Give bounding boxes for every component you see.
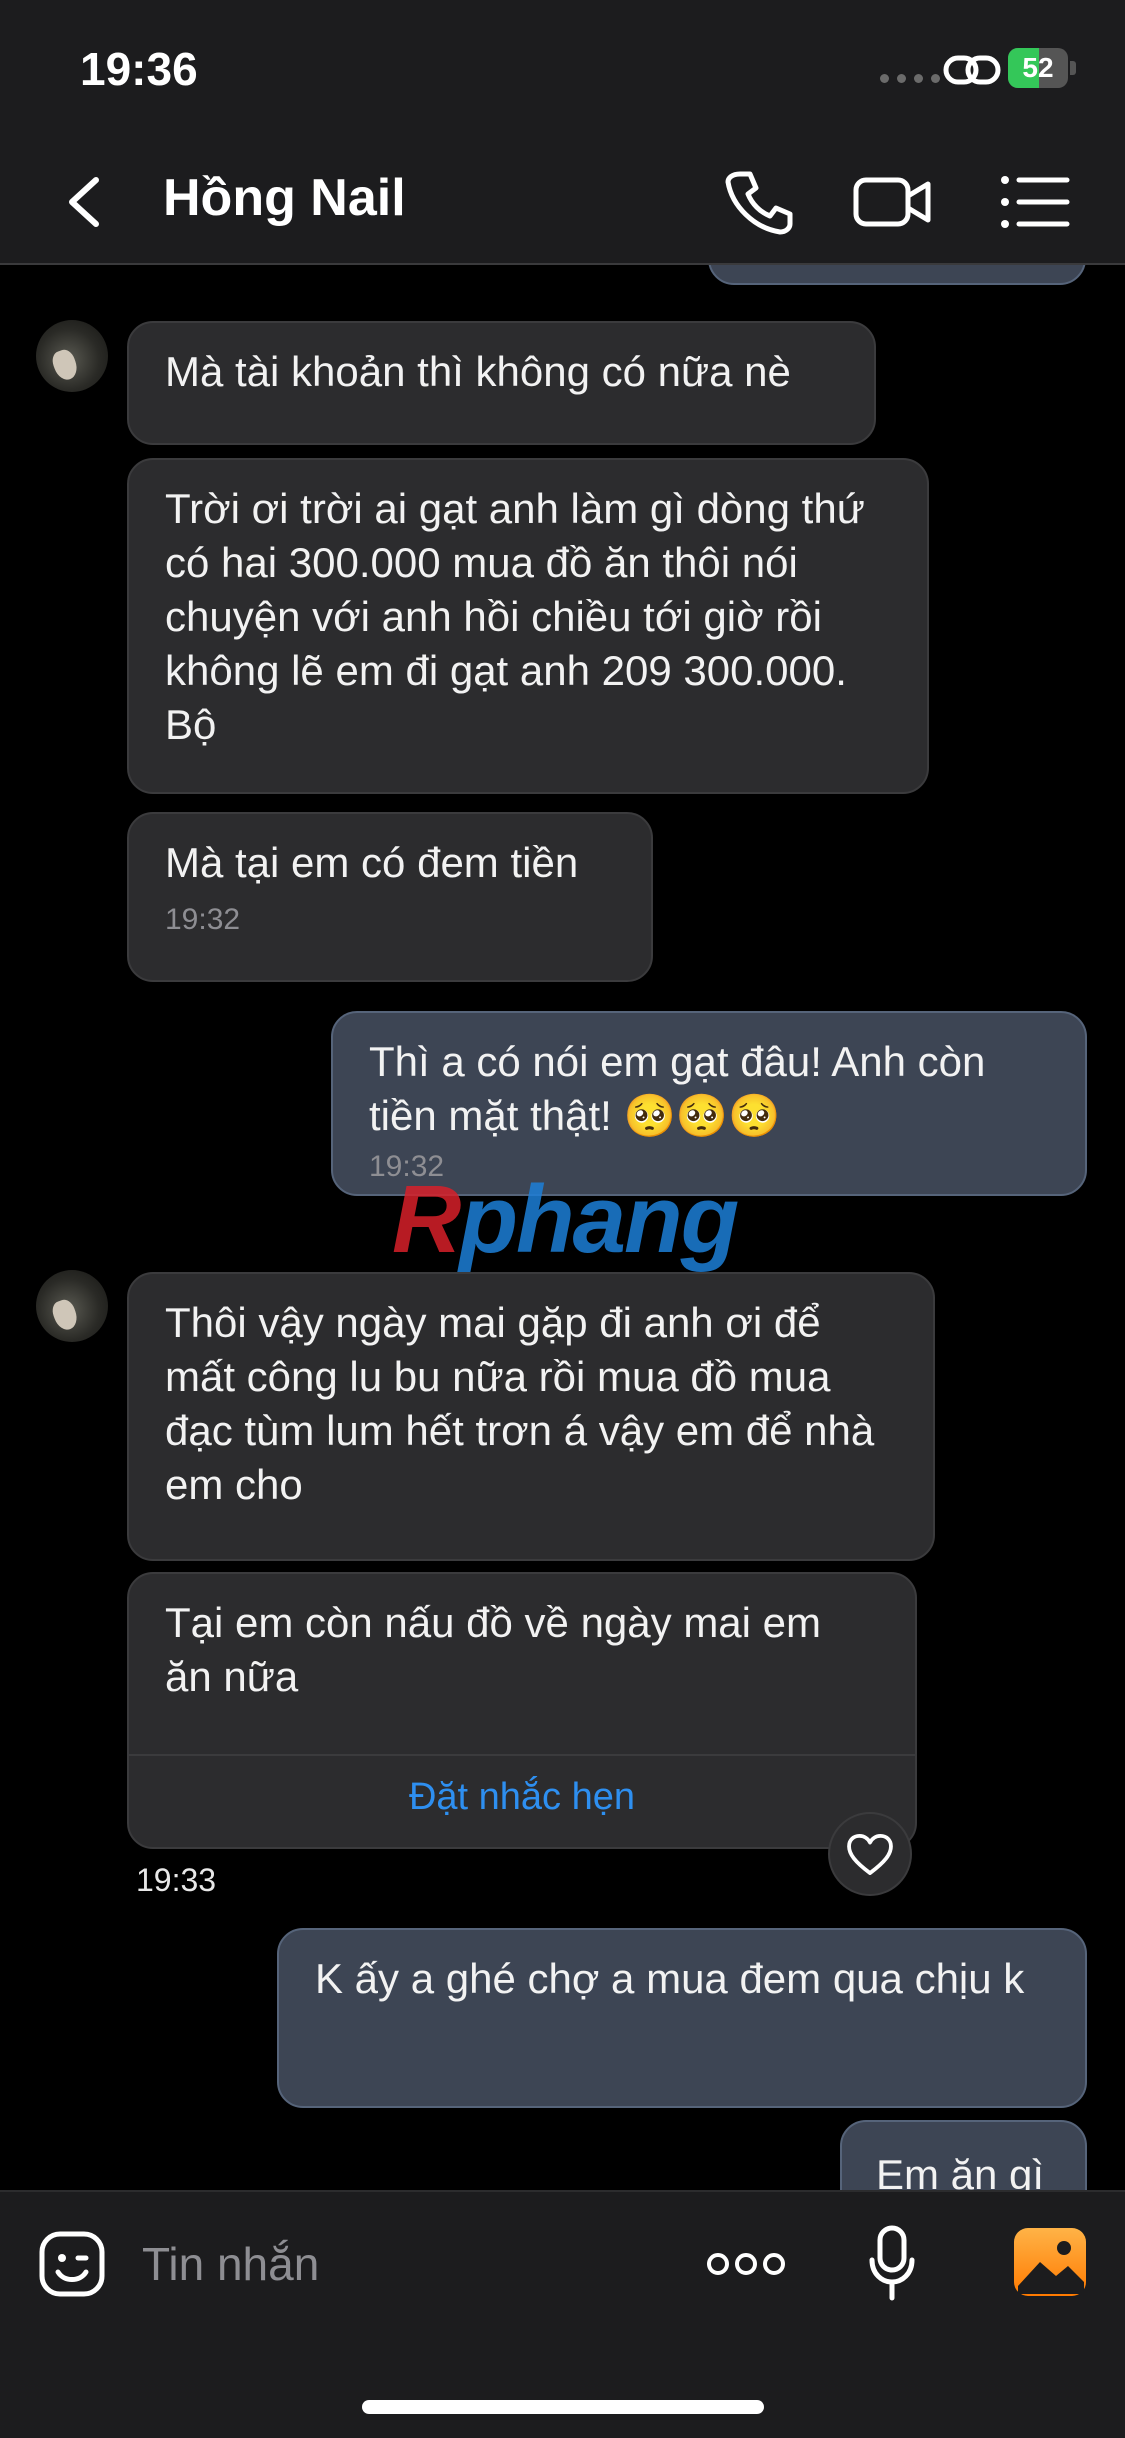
heart-reaction-icon[interactable] [828, 1812, 912, 1896]
contact-avatar[interactable] [36, 1270, 108, 1342]
battery-percent: 52 [1022, 52, 1054, 83]
microphone-icon[interactable] [866, 2224, 918, 2304]
message-text: Tại em còn nấu đồ về ngày mai em ăn nữa [165, 1599, 822, 1700]
message-text: Thôi vậy ngày mai gặp đi anh ơi để mất c… [165, 1299, 875, 1508]
phone-call-icon[interactable] [718, 166, 798, 238]
message-text: Mà tại em có đem tiền [165, 839, 579, 886]
video-call-icon[interactable] [852, 166, 932, 238]
link-icon [943, 55, 1001, 85]
message-bubble-incoming[interactable]: Tại em còn nấu đồ về ngày mai em ăn nữa … [127, 1572, 917, 1849]
more-options-icon[interactable] [706, 2244, 786, 2284]
message-text: Mà tài khoản thì không có nữa nè [165, 348, 791, 395]
chat-menu-icon[interactable] [995, 166, 1075, 238]
contact-name[interactable]: Hồng Nail [163, 168, 406, 228]
message-bubble-incoming[interactable]: Trời ơi trời ai gạt anh làm gì dòng thứ … [127, 458, 929, 794]
chat-header: Hồng Nail [0, 140, 1125, 265]
message-bubble-outgoing[interactable]: K ấy a ghé chợ a mua đem qua chịu k [277, 1928, 1087, 2108]
home-indicator[interactable] [362, 2400, 764, 2414]
divider [129, 1754, 915, 1756]
photo-gallery-icon[interactable] [1012, 2226, 1088, 2298]
battery-icon: 52 [1008, 48, 1078, 88]
message-time: 19:32 [165, 903, 241, 936]
back-button[interactable] [56, 170, 116, 234]
message-composer [0, 2190, 1125, 2438]
message-bubble-incoming[interactable]: Mà tài khoản thì không có nữa nè [127, 321, 876, 445]
message-bubble-outgoing[interactable]: Em ăn gì [840, 2120, 1087, 2190]
set-reminder-link[interactable]: Đặt nhắc hẹn [129, 1772, 915, 1822]
message-bubble-incoming[interactable]: Thôi vậy ngày mai gặp đi anh ơi để mất c… [127, 1272, 935, 1561]
message-text: Trời ơi trời ai gạt anh làm gì dòng thứ … [165, 485, 865, 748]
message-text: Em ăn gì [876, 2151, 1045, 2190]
message-bubble-incoming[interactable]: Mà tại em có đem tiền 19:32 [127, 812, 653, 982]
status-bar: 19:36 52 [0, 0, 1125, 140]
message-input[interactable] [142, 2234, 662, 2294]
watermark-logo: Rphang [392, 1166, 739, 1273]
sticker-icon[interactable] [36, 2228, 108, 2300]
chat-messages[interactable]: Mà tài khoản thì không có nữa nè Trời ơi… [0, 265, 1125, 2190]
cellular-signal-icon [880, 74, 940, 83]
contact-avatar[interactable] [36, 320, 108, 392]
message-bubble-outgoing[interactable] [708, 265, 1086, 285]
group-timestamp: 19:33 [136, 1862, 217, 1898]
message-text: K ấy a ghé chợ a mua đem qua chịu k [315, 1955, 1025, 2002]
status-time: 19:36 [80, 43, 198, 95]
message-text: Thì a có nói em gạt đâu! Anh còn tiền mặ… [369, 1038, 986, 1139]
